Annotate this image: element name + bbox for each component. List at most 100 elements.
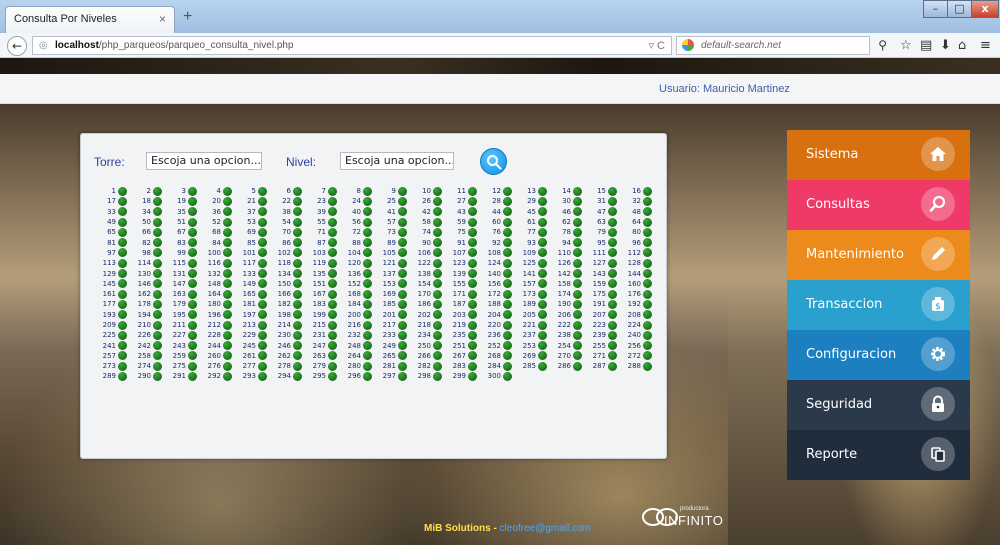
parking-spot[interactable]: 76 xyxy=(479,227,514,237)
parking-spot[interactable]: 134 xyxy=(269,268,304,279)
parking-spot[interactable]: 128 xyxy=(619,258,654,268)
parking-spot[interactable]: 47 xyxy=(584,207,619,217)
parking-spot[interactable]: 164 xyxy=(199,289,234,299)
parking-spot[interactable]: 35 xyxy=(164,207,199,217)
url-bar[interactable]: ◎ localhost/php_parqueos/parqueo_consult… xyxy=(32,36,672,55)
parking-spot[interactable]: 149 xyxy=(234,279,269,289)
parking-spot[interactable]: 263 xyxy=(304,351,339,361)
parking-spot[interactable]: 154 xyxy=(409,279,444,289)
parking-spot[interactable]: 283 xyxy=(444,361,479,371)
parking-spot[interactable]: 269 xyxy=(514,351,549,361)
parking-spot[interactable]: 162 xyxy=(129,289,164,299)
parking-spot[interactable]: 143 xyxy=(584,268,619,279)
parking-spot[interactable]: 3 xyxy=(164,186,199,196)
parking-spot[interactable]: 41 xyxy=(374,207,409,217)
maximize-button[interactable]: □ xyxy=(947,0,972,18)
parking-spot[interactable]: 284 xyxy=(479,361,514,371)
parking-spot[interactable]: 78 xyxy=(549,227,584,237)
parking-spot[interactable]: 82 xyxy=(129,237,164,248)
parking-spot[interactable]: 202 xyxy=(409,310,444,320)
parking-spot[interactable]: 232 xyxy=(339,330,374,340)
parking-spot[interactable]: 49 xyxy=(94,217,129,227)
parking-spot[interactable]: 130 xyxy=(129,268,164,279)
parking-spot[interactable]: 277 xyxy=(234,361,269,371)
parking-spot[interactable]: 170 xyxy=(409,289,444,299)
parking-spot[interactable]: 43 xyxy=(444,207,479,217)
parking-spot[interactable]: 117 xyxy=(234,258,269,268)
parking-spot[interactable]: 279 xyxy=(304,361,339,371)
parking-spot[interactable]: 294 xyxy=(269,371,304,381)
parking-spot[interactable]: 253 xyxy=(514,340,549,351)
parking-spot[interactable]: 103 xyxy=(304,248,339,258)
parking-spot[interactable]: 190 xyxy=(549,299,584,309)
parking-spot[interactable]: 126 xyxy=(549,258,584,268)
parking-spot[interactable]: 94 xyxy=(549,237,584,248)
parking-spot[interactable]: 87 xyxy=(304,237,339,248)
parking-spot[interactable]: 146 xyxy=(129,279,164,289)
parking-spot[interactable]: 50 xyxy=(129,217,164,227)
parking-spot[interactable]: 93 xyxy=(514,237,549,248)
parking-spot[interactable]: 84 xyxy=(199,237,234,248)
search-button[interactable] xyxy=(480,148,507,175)
parking-spot[interactable]: 11 xyxy=(444,186,479,196)
parking-spot[interactable]: 156 xyxy=(479,279,514,289)
parking-spot[interactable]: 100 xyxy=(199,248,234,258)
parking-spot[interactable]: 81 xyxy=(94,237,129,248)
parking-spot[interactable]: 207 xyxy=(584,310,619,320)
parking-spot[interactable]: 173 xyxy=(514,289,549,299)
parking-spot[interactable]: 2 xyxy=(129,186,164,196)
parking-spot[interactable]: 184 xyxy=(339,299,374,309)
parking-spot[interactable]: 273 xyxy=(94,361,129,371)
parking-spot[interactable]: 204 xyxy=(479,310,514,320)
parking-spot[interactable]: 29 xyxy=(514,196,549,206)
parking-spot[interactable]: 39 xyxy=(304,207,339,217)
parking-spot[interactable]: 241 xyxy=(94,340,129,351)
parking-spot[interactable]: 230 xyxy=(269,330,304,340)
parking-spot[interactable]: 102 xyxy=(269,248,304,258)
parking-spot[interactable]: 229 xyxy=(234,330,269,340)
parking-spot[interactable]: 265 xyxy=(374,351,409,361)
parking-spot[interactable]: 205 xyxy=(514,310,549,320)
parking-spot[interactable]: 243 xyxy=(164,340,199,351)
parking-spot[interactable]: 158 xyxy=(549,279,584,289)
parking-spot[interactable]: 290 xyxy=(129,371,164,381)
parking-spot[interactable]: 113 xyxy=(94,258,129,268)
parking-spot[interactable]: 157 xyxy=(514,279,549,289)
parking-spot[interactable]: 220 xyxy=(479,320,514,330)
parking-spot[interactable]: 119 xyxy=(304,258,339,268)
parking-spot[interactable]: 267 xyxy=(444,351,479,361)
parking-spot[interactable]: 109 xyxy=(514,248,549,258)
parking-spot[interactable]: 254 xyxy=(549,340,584,351)
parking-spot[interactable]: 285 xyxy=(514,361,549,371)
parking-spot[interactable]: 54 xyxy=(269,217,304,227)
parking-spot[interactable]: 186 xyxy=(409,299,444,309)
parking-spot[interactable]: 233 xyxy=(374,330,409,340)
parking-spot[interactable]: 1 xyxy=(94,186,129,196)
parking-spot[interactable]: 217 xyxy=(374,320,409,330)
parking-spot[interactable]: 79 xyxy=(584,227,619,237)
parking-spot[interactable]: 116 xyxy=(199,258,234,268)
menu-item-sistema[interactable]: Sistema xyxy=(787,130,970,180)
parking-spot[interactable]: 282 xyxy=(409,361,444,371)
parking-spot[interactable]: 36 xyxy=(199,207,234,217)
parking-spot[interactable]: 180 xyxy=(199,299,234,309)
parking-spot[interactable]: 25 xyxy=(374,196,409,206)
parking-spot[interactable]: 12 xyxy=(479,186,514,196)
parking-spot[interactable]: 181 xyxy=(234,299,269,309)
parking-spot[interactable]: 57 xyxy=(374,217,409,227)
parking-spot[interactable]: 177 xyxy=(94,299,129,309)
parking-spot[interactable]: 140 xyxy=(479,268,514,279)
parking-spot[interactable]: 288 xyxy=(619,361,654,371)
reload-icon[interactable]: ▿ C xyxy=(648,39,665,52)
parking-spot[interactable]: 65 xyxy=(94,227,129,237)
parking-spot[interactable]: 295 xyxy=(304,371,339,381)
parking-spot[interactable]: 15 xyxy=(584,186,619,196)
parking-spot[interactable]: 111 xyxy=(584,248,619,258)
parking-spot[interactable]: 61 xyxy=(514,217,549,227)
parking-spot[interactable]: 252 xyxy=(479,340,514,351)
parking-spot[interactable]: 37 xyxy=(234,207,269,217)
menu-item-mantenimiento[interactable]: Mantenimiento xyxy=(787,230,970,280)
parking-spot[interactable]: 97 xyxy=(94,248,129,258)
window-close-button[interactable]: x xyxy=(971,0,999,18)
parking-spot[interactable]: 31 xyxy=(584,196,619,206)
